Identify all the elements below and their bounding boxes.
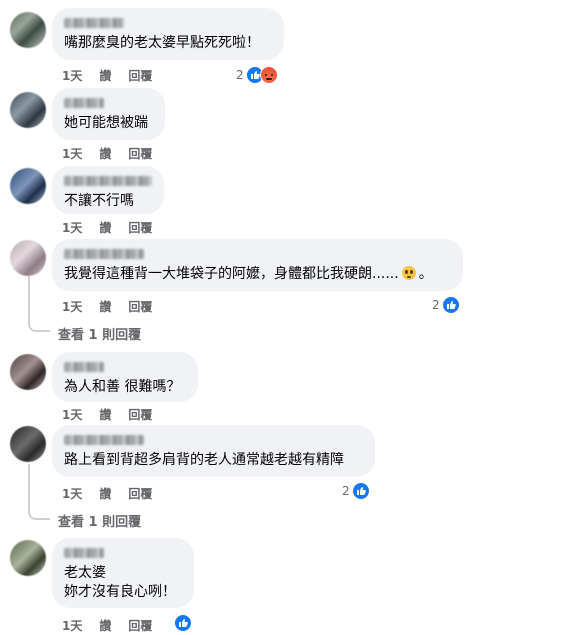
like-button[interactable]: 讚 (99, 406, 111, 423)
commenter-name-blurred[interactable] (64, 548, 104, 558)
like-icon (441, 296, 460, 314)
avatar[interactable] (10, 426, 46, 462)
comment-text: 老太婆 妳才沒有良心咧！ (64, 565, 176, 600)
reply-button[interactable]: 回覆 (128, 67, 152, 84)
comment-time[interactable]: 1天 (62, 67, 82, 84)
commenter-name-blurred[interactable] (64, 176, 152, 186)
comment-actions: 1天讚回覆 (62, 617, 169, 634)
comment-text: 我覺得這種背一大堆袋子的阿嬤，身體都比我硬朗...... 。 (64, 265, 451, 284)
avatar[interactable] (10, 12, 46, 48)
comment-time[interactable]: 1天 (62, 219, 82, 236)
comment-actions: 1天讚回覆 (62, 145, 169, 162)
comment-text: 她可能想被踹 (64, 115, 148, 131)
comment-text: 路上看到背超多肩背的老人通常越老越有精障 (64, 452, 344, 468)
avatar[interactable] (10, 354, 46, 390)
comment-actions: 1天讚回覆 (62, 219, 169, 236)
reaction-summary[interactable]: 2 (342, 482, 370, 500)
comment-bubble: 不讓不行嗎 (52, 166, 164, 214)
comment-actions: 1天讚回覆 (62, 406, 169, 423)
comment-text: 不讓不行嗎 (64, 193, 134, 209)
comment-time[interactable]: 1天 (62, 298, 82, 315)
reaction-count: 2 (432, 298, 440, 312)
like-button[interactable]: 讚 (99, 617, 111, 634)
commenter-name-blurred[interactable] (64, 362, 104, 372)
like-icon (174, 614, 192, 632)
comment-bubble: 嘴那麼臭的老太婆早點死死啦！ (52, 8, 284, 60)
comment-time[interactable]: 1天 (62, 617, 82, 634)
avatar[interactable] (10, 92, 46, 128)
commenter-name-blurred[interactable] (64, 98, 104, 108)
reaction-summary[interactable] (174, 614, 192, 632)
comment-text: 嘴那麼臭的老太婆早點死死啦！ (64, 35, 260, 51)
reply-button[interactable]: 回覆 (128, 219, 152, 236)
reaction-count: 2 (342, 484, 350, 498)
comment-text-tail: 。 (418, 266, 433, 282)
commenter-name-blurred[interactable] (64, 435, 144, 445)
like-button[interactable]: 讚 (99, 485, 111, 502)
comment-time[interactable]: 1天 (62, 406, 82, 423)
comment-text-main: 我覺得這種背一大堆袋子的阿嬤，身體都比我硬朗...... (64, 266, 399, 282)
like-button[interactable]: 讚 (99, 298, 111, 315)
comment-bubble: 老太婆 妳才沒有良心咧！ (52, 538, 194, 608)
comment-bubble: 路上看到背超多肩背的老人通常越老越有精障 (52, 425, 375, 477)
like-icon (351, 482, 370, 500)
view-replies-link[interactable]: 查看 1 則回覆 (58, 511, 141, 530)
reaction-count: 2 (236, 68, 244, 82)
comment-time[interactable]: 1天 (62, 145, 82, 162)
comment-actions: 1天讚回覆 (62, 485, 169, 502)
pleading-face-icon (401, 266, 416, 280)
like-button[interactable]: 讚 (99, 145, 111, 162)
reply-button[interactable]: 回覆 (128, 145, 152, 162)
comment-text: 為人和善 很難嗎？ (64, 379, 181, 395)
avatar[interactable] (10, 240, 46, 276)
like-button[interactable]: 讚 (99, 67, 111, 84)
commenter-name-blurred[interactable] (64, 18, 124, 28)
avatar[interactable] (10, 540, 46, 576)
comment-time[interactable]: 1天 (62, 485, 82, 502)
reaction-summary[interactable]: 2 (236, 66, 278, 84)
avatar[interactable] (10, 168, 46, 204)
comment-actions: 1天讚回覆 (62, 298, 169, 315)
reply-thread-line (28, 464, 50, 520)
reply-button[interactable]: 回覆 (128, 406, 152, 423)
reply-button[interactable]: 回覆 (128, 485, 152, 502)
reply-button[interactable]: 回覆 (128, 298, 152, 315)
reply-button[interactable]: 回覆 (128, 617, 152, 634)
angry-icon (259, 66, 278, 84)
comment-bubble: 她可能想被踹 (52, 88, 165, 140)
comment-actions: 1天讚回覆 (62, 67, 169, 84)
reply-thread-line (28, 276, 50, 332)
commenter-name-blurred[interactable] (64, 249, 144, 259)
comment-bubble: 我覺得這種背一大堆袋子的阿嬤，身體都比我硬朗...... 。 (52, 239, 463, 291)
like-button[interactable]: 讚 (99, 219, 111, 236)
reaction-summary[interactable]: 2 (432, 296, 460, 314)
comment-bubble: 為人和善 很難嗎？ (52, 352, 198, 402)
view-replies-link[interactable]: 查看 1 則回覆 (58, 324, 141, 343)
